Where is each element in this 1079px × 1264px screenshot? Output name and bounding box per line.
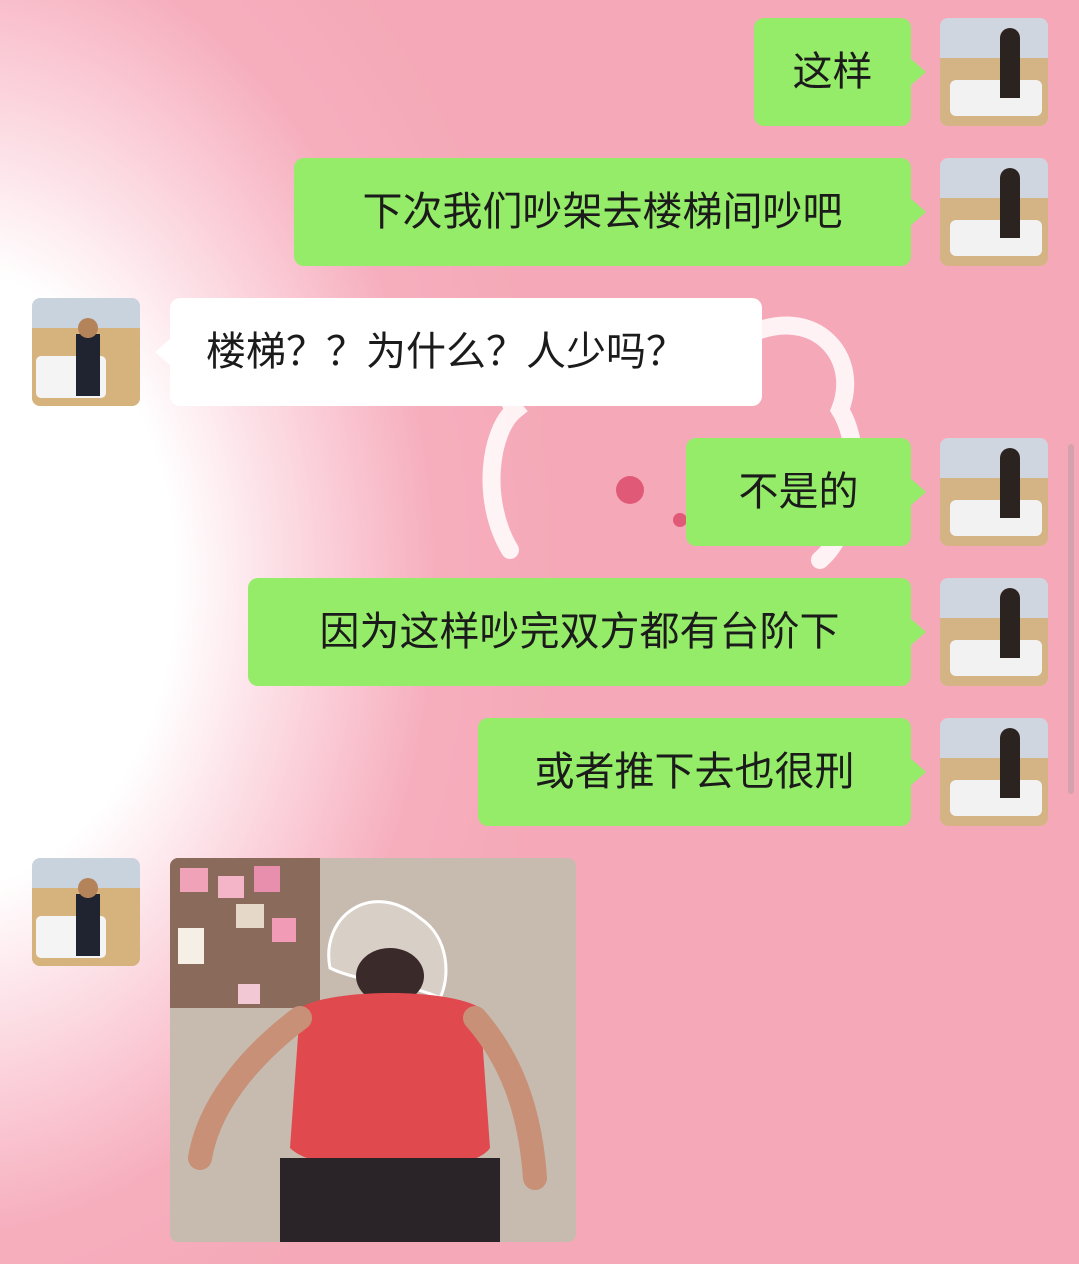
- received-bubble[interactable]: 楼梯？？为什么？人少吗？: [170, 298, 762, 406]
- message-text: 不是的: [738, 469, 859, 515]
- sent-bubble[interactable]: 或者推下去也很刑: [478, 718, 911, 826]
- my-avatar[interactable]: [940, 718, 1048, 826]
- bubble-tail: [910, 758, 926, 786]
- meme-image: [170, 858, 576, 1242]
- my-avatar[interactable]: [940, 18, 1048, 126]
- bubble-tail: [155, 338, 171, 366]
- message-text: 或者推下去也很刑: [534, 749, 855, 795]
- sent-bubble[interactable]: 不是的: [686, 438, 911, 546]
- message-text: 楼梯？？为什么？人少吗？: [206, 329, 686, 375]
- my-avatar[interactable]: [940, 438, 1048, 546]
- message-text: 下次我们吵架去楼梯间吵吧: [362, 189, 843, 235]
- sent-bubble[interactable]: 因为这样吵完双方都有台阶下: [248, 578, 911, 686]
- received-image-message[interactable]: [170, 858, 576, 1242]
- my-avatar[interactable]: [940, 578, 1048, 686]
- bubble-tail: [910, 478, 926, 506]
- sent-bubble[interactable]: 下次我们吵架去楼梯间吵吧: [294, 158, 911, 266]
- sent-bubble[interactable]: 这样: [754, 18, 911, 126]
- contact-avatar[interactable]: [32, 858, 140, 966]
- bubble-tail: [910, 58, 926, 86]
- message-text: 这样: [792, 49, 873, 95]
- bubble-tail: [910, 198, 926, 226]
- message-text: 因为这样吵完双方都有台阶下: [319, 609, 840, 655]
- my-avatar[interactable]: [940, 158, 1048, 266]
- scrollbar[interactable]: [1068, 444, 1074, 794]
- bubble-tail: [910, 618, 926, 646]
- contact-avatar[interactable]: [32, 298, 140, 406]
